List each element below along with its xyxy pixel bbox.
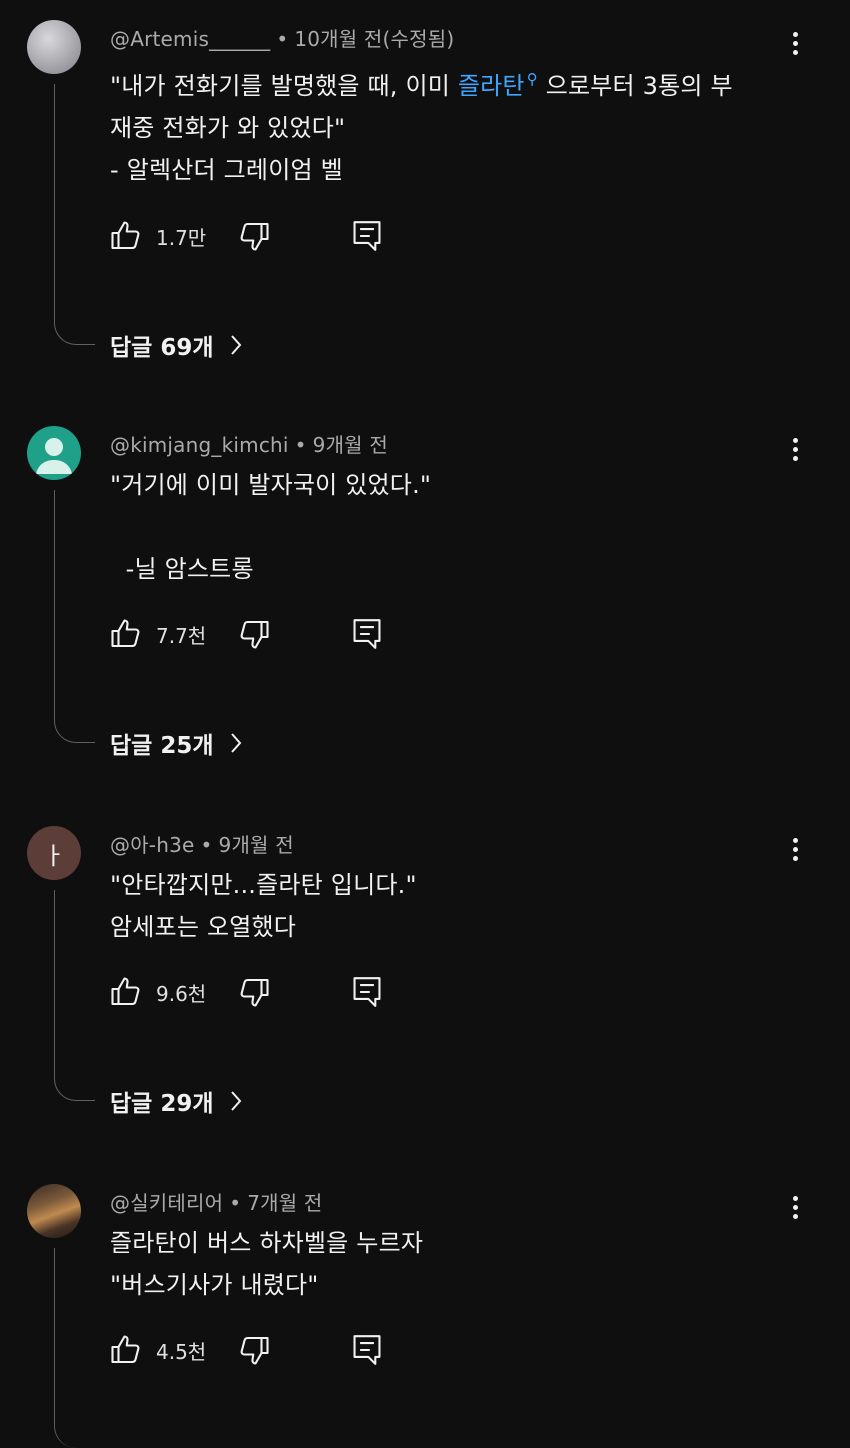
chevron-right-icon <box>230 335 241 355</box>
comment-meta: @kimjang_kimchi • 9개월 전 <box>110 429 388 458</box>
thumbs-up-icon <box>111 1335 140 1364</box>
default-user-icon <box>36 438 72 474</box>
avatar[interactable] <box>27 20 81 74</box>
reply-button[interactable] <box>350 974 384 1010</box>
thumbs-down-icon <box>240 620 269 649</box>
like-count: 7.7천 <box>156 623 207 648</box>
dislike-button[interactable] <box>236 218 272 254</box>
chevron-right-icon <box>230 733 241 753</box>
meta-dot: • <box>276 27 289 51</box>
avatar-initial: ㅏ <box>42 841 66 870</box>
thumbs-up-icon <box>111 619 140 648</box>
avatar[interactable] <box>27 426 81 480</box>
comment-text-part: 재중 전화가 와 있었다" - 알렉산더 그레이엄 벨 <box>110 114 346 184</box>
comment-actions: 4.5천 <box>108 1332 408 1372</box>
comment-time[interactable]: 9개월 전 <box>313 433 388 457</box>
meta-dot: • <box>200 833 213 857</box>
more-options-icon[interactable] <box>783 838 807 868</box>
replies-count: 답글 69개 <box>110 335 214 361</box>
comment-text: 즐라탄이 버스 하차벨을 누르자 "버스기사가 내렸다" <box>110 1229 424 1299</box>
view-replies-button[interactable]: 답글 25개 <box>110 726 242 760</box>
view-replies-button[interactable]: 답글 29개 <box>110 1084 242 1118</box>
author-name[interactable]: @kimjang_kimchi <box>110 433 289 457</box>
like-count: 1.7만 <box>156 225 207 250</box>
search-icon: ⚲ <box>526 70 538 88</box>
comment-text-part: 으로부터 3통의 부 <box>537 72 733 100</box>
comment-time[interactable]: 10개월 전(수정됨) <box>294 27 454 51</box>
comment-meta: @Artemis______ • 10개월 전(수정됨) <box>110 23 454 52</box>
comment-text: "내가 전화기를 발명했을 때, 이미 즐라탄 ⚲ 으로부터 3통의 부 재중 전… <box>110 58 733 191</box>
meta-dot: • <box>294 433 307 457</box>
like-count: 9.6천 <box>156 981 207 1006</box>
more-options-icon[interactable] <box>783 438 807 468</box>
comment-actions: 7.7천 <box>108 616 408 656</box>
chevron-right-icon <box>230 1091 241 1111</box>
author-name[interactable]: @Artemis______ <box>110 27 270 51</box>
thumbs-down-icon <box>240 222 269 251</box>
author-name[interactable]: @아-h3e <box>110 833 195 857</box>
thread-line <box>54 490 95 743</box>
comment-time[interactable]: 9개월 전 <box>219 833 294 857</box>
comment-text-part: "내가 전화기를 발명했을 때, 이미 <box>110 72 458 100</box>
thread-line <box>54 1248 95 1448</box>
avatar[interactable] <box>27 1184 81 1238</box>
thumbs-up-icon <box>111 977 140 1006</box>
thumbs-down-icon <box>240 1336 269 1365</box>
dislike-button[interactable] <box>236 974 272 1010</box>
like-button[interactable]: 7.7천 <box>108 616 206 652</box>
replies-count: 답글 25개 <box>110 733 214 759</box>
view-replies-button[interactable]: 답글 69개 <box>110 328 242 362</box>
hashtag-link[interactable]: 즐라탄 <box>458 72 525 100</box>
thumbs-up-icon <box>111 221 140 250</box>
author-name[interactable]: @실키테리어 <box>110 1191 223 1215</box>
comment-time[interactable]: 7개월 전 <box>247 1191 322 1215</box>
reply-comment-icon <box>353 977 381 1007</box>
more-options-icon[interactable] <box>783 1196 807 1226</box>
like-button[interactable]: 1.7만 <box>108 218 206 254</box>
comment-meta: @실키테리어 • 7개월 전 <box>110 1187 323 1216</box>
comment-actions: 1.7만 <box>108 218 408 258</box>
more-options-icon[interactable] <box>783 32 807 62</box>
thread-line <box>54 890 95 1101</box>
reply-button[interactable] <box>350 218 384 254</box>
avatar[interactable]: ㅏ <box>27 826 81 880</box>
like-button[interactable]: 4.5천 <box>108 1332 206 1368</box>
comment-actions: 9.6천 <box>108 974 408 1014</box>
comment-text: "안타깝지만...즐라탄 입니다." 암세포는 오열했다 <box>110 871 417 941</box>
like-button[interactable]: 9.6천 <box>108 974 206 1010</box>
reply-comment-icon <box>353 619 381 649</box>
comment-text: "거기에 이미 발자국이 있었다." -닐 암스트롱 <box>110 471 432 583</box>
like-count: 4.5천 <box>156 1339 207 1364</box>
dislike-button[interactable] <box>236 616 272 652</box>
reply-comment-icon <box>353 1335 381 1365</box>
replies-count: 답글 29개 <box>110 1091 214 1117</box>
reply-comment-icon <box>353 221 381 251</box>
thread-line <box>54 84 95 345</box>
thumbs-down-icon <box>240 978 269 1007</box>
comment-meta: @아-h3e • 9개월 전 <box>110 829 294 858</box>
reply-button[interactable] <box>350 616 384 652</box>
meta-dot: • <box>229 1191 242 1215</box>
reply-button[interactable] <box>350 1332 384 1368</box>
dislike-button[interactable] <box>236 1332 272 1368</box>
